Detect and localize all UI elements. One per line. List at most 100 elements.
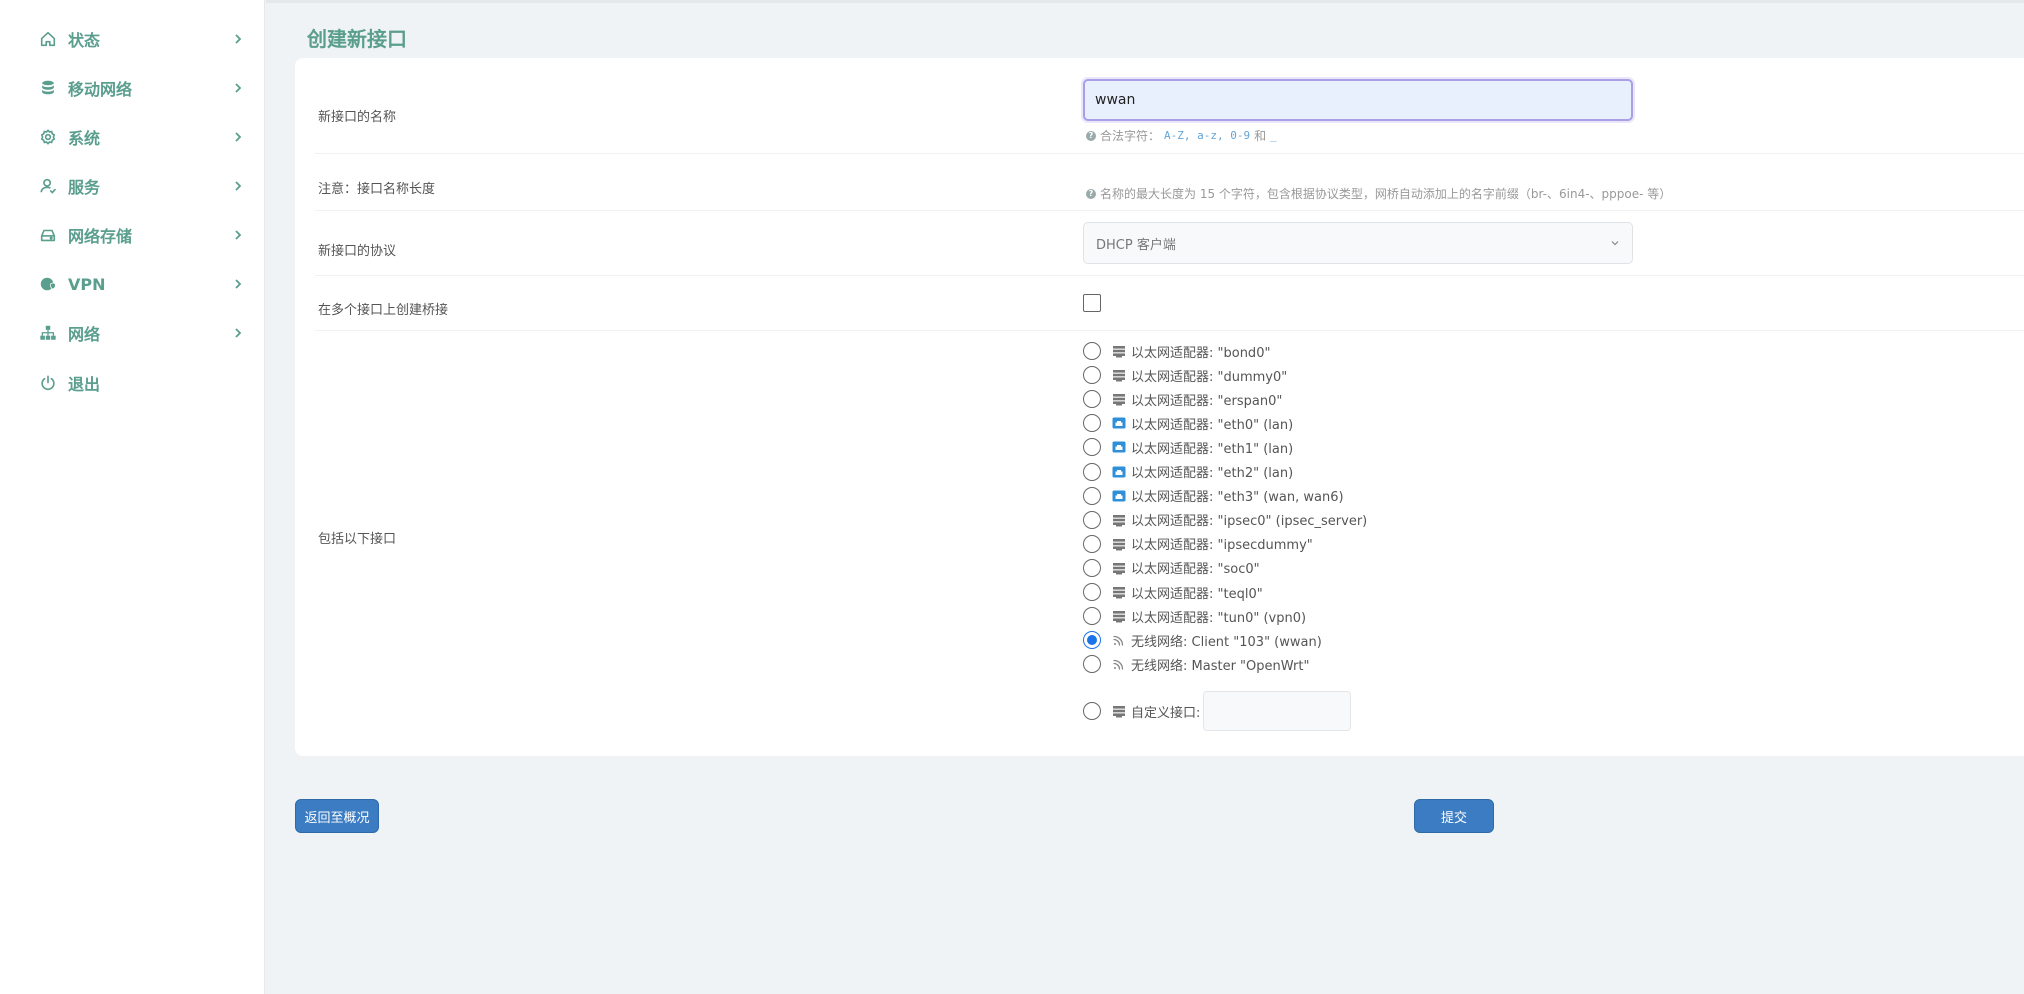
vpn-shield-icon xyxy=(38,274,58,294)
user-icon xyxy=(38,176,58,196)
interface-option[interactable]: 以太网适配器: "teql0" xyxy=(1083,582,1263,602)
sidebar-item-status[interactable]: 状态 xyxy=(0,19,265,59)
interface-option[interactable]: 以太网适配器: "ipsec0" (ipsec_server) xyxy=(1083,510,1367,530)
interface-option[interactable]: 以太网适配器: "eth3" (wan, wan6) xyxy=(1083,486,1344,506)
help-icon: ? xyxy=(1086,188,1096,199)
interface-radio[interactable] xyxy=(1083,607,1101,626)
bridge-checkbox[interactable] xyxy=(1083,294,1101,312)
sidebar-item-vpn[interactable]: VPN xyxy=(0,264,265,304)
chevron-right-icon xyxy=(234,228,244,242)
sidebar-item-label: VPN xyxy=(68,274,106,294)
sidebar-item-label: 网络存储 xyxy=(68,227,133,246)
interface-radio[interactable] xyxy=(1083,583,1101,601)
custom-interface-input[interactable] xyxy=(1203,691,1352,731)
interface-radio[interactable] xyxy=(1083,655,1101,674)
ethernet-icon xyxy=(1112,704,1126,718)
submit-button[interactable]: 提交 xyxy=(1414,799,1494,833)
sidebar-item-network-storage[interactable]: 网络存储 xyxy=(0,215,265,255)
ethernet-icon xyxy=(1112,537,1126,551)
interface-label: 无线网络: Master "OpenWrt" xyxy=(1131,658,1310,674)
interface-label: 以太网适配器: "tun0" (vpn0) xyxy=(1131,610,1307,626)
sidebar-item-logout[interactable]: 退出 xyxy=(0,363,265,403)
interface-option[interactable]: 无线网络: Client "103" (wwan) xyxy=(1083,630,1322,650)
interface-label: 以太网适配器: "ipsecdummy" xyxy=(1131,538,1313,554)
chevron-down-icon xyxy=(1611,241,1619,246)
ethernet-icon xyxy=(1112,368,1126,382)
interface-label: 以太网适配器: "eth0" (lan) xyxy=(1131,417,1294,433)
sidebar-item-label: 移动网络 xyxy=(68,80,133,99)
wifi-icon xyxy=(1112,657,1126,671)
interface-radio[interactable] xyxy=(1083,558,1101,577)
wifi-icon xyxy=(1112,633,1126,647)
chevron-right-icon xyxy=(234,326,244,340)
interface-radio[interactable] xyxy=(1083,631,1101,650)
bridge-label: 在多个接口上创建桥接 xyxy=(318,303,449,318)
gear-icon xyxy=(38,127,58,147)
row-divider xyxy=(315,275,2024,276)
note-label: 注意：接口名称长度 xyxy=(318,182,436,197)
interface-radio[interactable] xyxy=(1083,510,1101,529)
interface-label: 以太网适配器: "eth1" (lan) xyxy=(1131,441,1294,457)
sidebar-item-label: 服务 xyxy=(68,178,101,197)
interface-option[interactable]: 以太网适配器: "eth0" (lan) xyxy=(1083,413,1293,433)
interface-label: 以太网适配器: "eth3" (wan, wan6) xyxy=(1131,490,1344,506)
interface-option[interactable]: 无线网络: Master "OpenWrt" xyxy=(1083,654,1309,674)
ethernet-icon xyxy=(1112,561,1126,575)
interface-name-input[interactable] xyxy=(1083,79,1633,121)
custom-interface-label: 自定义接口: xyxy=(1131,705,1201,721)
interface-radio[interactable] xyxy=(1083,462,1101,481)
interface-option[interactable]: 以太网适配器: "ipsecdummy" xyxy=(1083,534,1313,554)
row-divider xyxy=(315,210,2024,211)
name-hint: ? 合法字符： A-Z, a-z, 0-9 和 _ xyxy=(1086,127,1277,144)
ethernet-port-icon xyxy=(1112,489,1126,503)
power-icon xyxy=(38,373,58,393)
interface-option[interactable]: 以太网适配器: "soc0" xyxy=(1083,558,1260,578)
interface-option[interactable]: 以太网适配器: "dummy0" xyxy=(1083,365,1287,385)
sidebar-item-network[interactable]: 网络 xyxy=(0,313,265,353)
interface-label: 以太网适配器: "dummy0" xyxy=(1131,369,1288,385)
interface-radio[interactable] xyxy=(1083,390,1101,409)
row-divider xyxy=(315,153,2024,154)
sidebar: 状态 移动网络 系统 服务 网络存储 VPN 网络 退出 xyxy=(0,0,265,994)
back-to-overview-button[interactable]: 返回至概况 xyxy=(295,799,379,833)
protocol-select[interactable]: DHCP 客户端 xyxy=(1083,222,1633,264)
interface-option[interactable]: 以太网适配器: "tun0" (vpn0) xyxy=(1083,606,1306,626)
sidebar-item-label: 状态 xyxy=(68,31,101,50)
page-title: 创建新接口 xyxy=(307,27,407,51)
protocol-label: 新接口的协议 xyxy=(318,244,397,259)
sidebar-item-system[interactable]: 系统 xyxy=(0,117,265,157)
chevron-right-icon xyxy=(234,32,244,46)
interface-radio[interactable] xyxy=(1083,438,1101,457)
interface-label: 以太网适配器: "ipsec0" (ipsec_server) xyxy=(1131,514,1368,530)
interface-radio[interactable] xyxy=(1083,534,1101,553)
interface-radio[interactable] xyxy=(1083,414,1101,433)
interface-radio[interactable] xyxy=(1083,486,1101,505)
ethernet-icon xyxy=(1112,344,1126,358)
sidebar-item-services[interactable]: 服务 xyxy=(0,166,265,206)
interface-radio[interactable] xyxy=(1083,366,1101,385)
name-label: 新接口的名称 xyxy=(318,110,397,125)
ethernet-port-icon xyxy=(1112,440,1126,454)
interface-option[interactable]: 以太网适配器: "eth1" (lan) xyxy=(1083,437,1293,457)
sidebar-item-mobile-network[interactable]: 移动网络 xyxy=(0,68,265,108)
ethernet-icon xyxy=(1112,392,1126,406)
interface-option[interactable]: 以太网适配器: "erspan0" xyxy=(1083,389,1282,409)
custom-interface-radio[interactable] xyxy=(1083,702,1101,720)
interface-option[interactable]: 以太网适配器: "eth2" (lan) xyxy=(1083,462,1293,482)
drive-icon xyxy=(38,225,58,245)
ethernet-icon xyxy=(1112,609,1126,623)
include-label: 包括以下接口 xyxy=(318,532,397,547)
interface-option[interactable]: 以太网适配器: "bond0" xyxy=(1083,341,1270,361)
interface-radio[interactable] xyxy=(1083,342,1101,360)
help-icon: ? xyxy=(1086,130,1096,141)
header-strip xyxy=(266,0,2024,3)
interface-label: 以太网适配器: "soc0" xyxy=(1131,562,1260,578)
row-divider xyxy=(315,330,2024,331)
sidebar-item-label: 退出 xyxy=(68,375,101,394)
ethernet-icon xyxy=(1112,585,1126,599)
network-tree-icon xyxy=(38,323,58,343)
interface-label: 以太网适配器: "bond0" xyxy=(1131,345,1271,361)
chevron-right-icon xyxy=(234,130,244,144)
interface-label: 以太网适配器: "erspan0" xyxy=(1131,393,1283,409)
note-hint: ? 名称的最大长度为 15 个字符，包含根据协议类型，网桥自动添加上的名字前缀（… xyxy=(1086,185,1671,202)
